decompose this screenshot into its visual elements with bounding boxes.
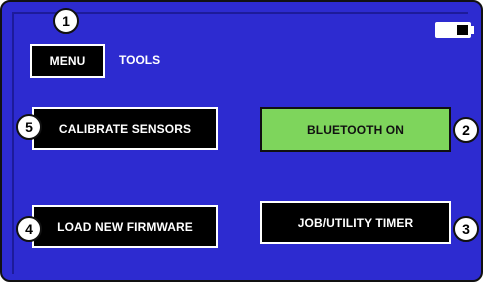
callout-marker-4: 4 (16, 216, 42, 242)
menu-button-label: MENU (49, 54, 86, 68)
load-firmware-button[interactable]: LOAD NEW FIRMWARE (32, 205, 218, 248)
device-screen: MENU TOOLS CALIBRATE SENSORS BLUETOOTH O… (0, 0, 483, 282)
callout-marker-2: 2 (453, 117, 479, 143)
bluetooth-toggle-button[interactable]: BLUETOOTH ON (260, 107, 451, 152)
calibrate-sensors-label: CALIBRATE SENSORS (58, 121, 192, 136)
callout-marker-1: 1 (53, 8, 79, 34)
load-firmware-label: LOAD NEW FIRMWARE (57, 219, 193, 234)
calibrate-sensors-button[interactable]: CALIBRATE SENSORS (32, 107, 218, 150)
battery-level (457, 25, 468, 35)
battery-terminal (471, 26, 474, 34)
screen-title: TOOLS (119, 53, 161, 67)
job-utility-timer-button[interactable]: JOB/UTILITY TIMER (260, 201, 451, 244)
menu-button[interactable]: MENU (30, 44, 105, 78)
bluetooth-toggle-label: BLUETOOTH ON (307, 122, 404, 137)
callout-marker-5: 5 (16, 114, 42, 140)
battery-icon (435, 22, 471, 38)
callout-marker-3: 3 (453, 216, 479, 242)
job-utility-timer-label: JOB/UTILITY TIMER (297, 215, 414, 230)
